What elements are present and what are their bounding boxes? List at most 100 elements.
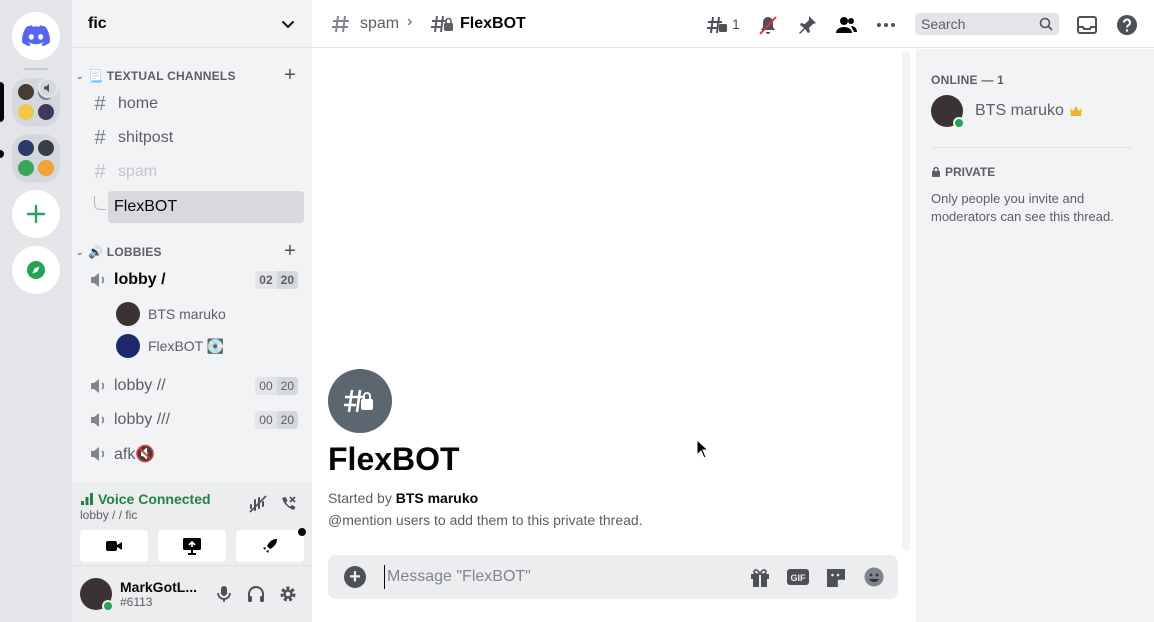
add-server-button[interactable] xyxy=(12,190,60,238)
home-button[interactable] xyxy=(12,12,60,60)
hash-icon: # xyxy=(94,126,106,149)
lock-icon xyxy=(932,166,940,177)
chevron-down-icon: ⌄ xyxy=(76,70,84,81)
inbox-icon[interactable] xyxy=(1076,14,1098,36)
plus-icon xyxy=(26,204,46,224)
channel-name: spam xyxy=(118,163,158,180)
signal-bars-icon xyxy=(81,493,93,505)
voice-channel-name: lobby // xyxy=(114,377,166,394)
parent-channel-name[interactable]: spam xyxy=(360,15,399,33)
upload-plus-icon[interactable]: + xyxy=(344,566,366,588)
user-tag: #6113 xyxy=(120,595,153,609)
server-icon xyxy=(18,84,34,100)
gear-icon[interactable] xyxy=(278,584,298,604)
explore-servers-button[interactable] xyxy=(12,246,60,294)
user-limit-badge: 00 20 xyxy=(255,377,298,395)
voice-location[interactable]: lobby / / fic xyxy=(80,508,137,522)
voice-user[interactable]: BTS maruko xyxy=(116,300,304,328)
pin-icon[interactable] xyxy=(796,14,818,36)
member-item[interactable]: BTS maruko xyxy=(931,95,1083,129)
create-channel-icon[interactable]: + xyxy=(284,241,296,261)
bell-muted-icon[interactable] xyxy=(757,14,779,36)
speaker-icon xyxy=(91,447,105,461)
sticker-icon[interactable] xyxy=(824,566,848,588)
headphones-icon[interactable] xyxy=(246,584,266,604)
thread-hint: @mention users to add them to this priva… xyxy=(328,512,643,528)
member-name: BTS maruko xyxy=(975,102,1064,119)
thread-flexbot[interactable]: FlexBOT xyxy=(108,191,304,223)
voice-status[interactable]: Voice Connected xyxy=(80,491,211,507)
member-list-icon[interactable] xyxy=(835,14,857,36)
avatar xyxy=(116,334,140,358)
gift-icon[interactable] xyxy=(748,566,772,588)
online-status-icon xyxy=(953,117,965,129)
online-header: ONLINE — 1 xyxy=(931,73,1005,87)
thread-started-by: Started by BTS maruko xyxy=(328,490,479,506)
gif-icon[interactable]: GIF xyxy=(786,566,810,588)
voice-channel-lobby-1[interactable]: lobby / 02 20 xyxy=(80,264,304,296)
threads-count: 1 xyxy=(732,16,740,32)
microphone-icon[interactable] xyxy=(214,584,234,604)
more-options-icon[interactable] xyxy=(875,14,897,36)
create-channel-icon[interactable]: + xyxy=(284,65,296,85)
channel-name: shitpost xyxy=(118,129,174,146)
camera-icon xyxy=(106,541,122,551)
channel-home[interactable]: # home xyxy=(80,88,304,120)
private-header: PRIVATE xyxy=(931,165,995,179)
voice-channel-lobby-2[interactable]: lobby // 00 20 xyxy=(80,370,304,402)
rail-separator xyxy=(24,68,48,70)
search-icon xyxy=(1039,17,1053,31)
thread-connector xyxy=(94,196,106,210)
voice-channel-name: lobby /// xyxy=(114,411,171,428)
rocket-icon xyxy=(263,539,277,553)
username: MarkGotL... xyxy=(120,579,198,595)
voice-user[interactable]: FlexBOT 💽 xyxy=(116,332,304,360)
channel-shitpost[interactable]: # shitpost xyxy=(80,122,304,154)
server-header[interactable]: fic xyxy=(72,0,312,48)
private-description: Only people you invite and moderators ca… xyxy=(931,191,1114,224)
chevron-down-icon xyxy=(282,20,294,28)
avatar[interactable] xyxy=(80,578,114,612)
user-limit-badge: 00 20 xyxy=(255,411,298,429)
category-textual-channels[interactable]: ⌄ 📃 TEXTUAL CHANNELS + xyxy=(72,65,312,86)
message-input[interactable] xyxy=(384,565,724,589)
user-info[interactable]: MarkGotL... #6113 xyxy=(120,579,197,609)
chevron-right-icon: › xyxy=(407,13,413,30)
emoji-icon[interactable] xyxy=(862,566,886,588)
channel-spam[interactable]: # spam xyxy=(80,156,304,188)
voice-user-name: FlexBOT 💽 xyxy=(148,337,225,354)
svg-text:GIF: GIF xyxy=(791,573,807,583)
starter-username[interactable]: BTS maruko xyxy=(396,490,478,506)
search-input[interactable]: Search xyxy=(915,13,1059,35)
speaker-icon xyxy=(91,379,105,393)
active-server-pill xyxy=(0,82,4,122)
voice-channel-name: lobby / xyxy=(114,271,166,288)
scrollbar-track[interactable] xyxy=(902,51,910,551)
server-icon xyxy=(18,160,34,176)
activity-button[interactable] xyxy=(236,528,306,562)
channel-topbar: spam › FlexBOT 1 Search xyxy=(312,0,1154,48)
share-screen-button[interactable] xyxy=(158,530,226,562)
voice-channel-afk[interactable]: afk🔇 xyxy=(80,438,304,470)
crown-icon xyxy=(1069,106,1082,116)
notification-dot xyxy=(298,528,306,536)
screen-share-icon xyxy=(183,538,201,555)
thread-icon xyxy=(431,15,453,33)
server-icon xyxy=(18,104,34,120)
threads-icon[interactable] xyxy=(706,14,728,36)
server-folder-2[interactable] xyxy=(12,134,60,182)
speaker-icon xyxy=(38,78,58,98)
camera-button[interactable] xyxy=(80,530,148,562)
speaker-icon xyxy=(91,273,105,287)
voice-channel-lobby-3[interactable]: lobby /// 00 20 xyxy=(80,404,304,436)
voice-user-name: BTS maruko xyxy=(148,306,226,322)
noise-suppression-icon[interactable] xyxy=(248,494,268,514)
hash-icon xyxy=(332,15,349,33)
help-icon[interactable] xyxy=(1116,14,1138,36)
category-lobbies[interactable]: ⌄ 🔊 LOBBIES + xyxy=(72,241,312,262)
unread-pill xyxy=(0,150,4,158)
server-icon xyxy=(18,140,34,156)
user-panel: MarkGotL... #6113 xyxy=(72,566,312,622)
compass-icon xyxy=(27,261,45,279)
disconnect-icon[interactable] xyxy=(278,494,298,514)
